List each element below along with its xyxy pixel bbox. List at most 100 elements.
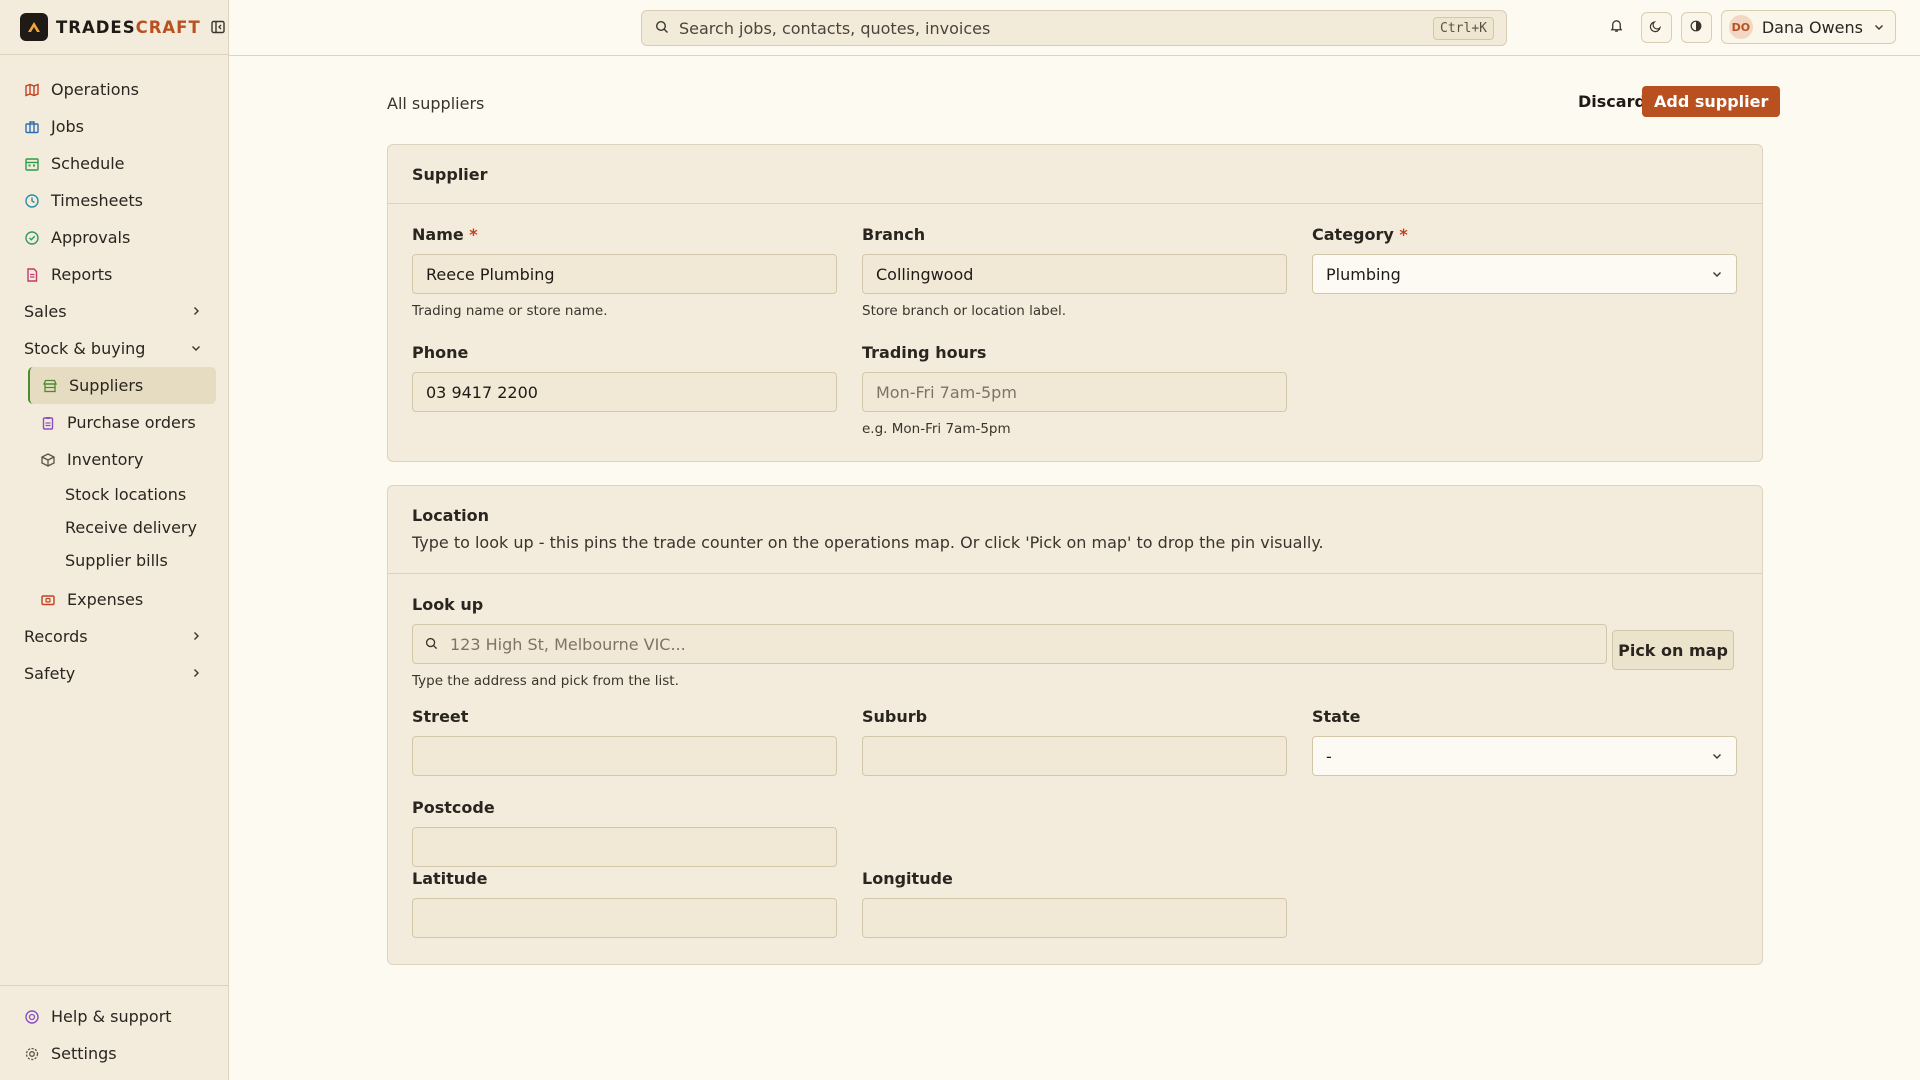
postcode-input[interactable]: [412, 827, 837, 867]
pick-on-map-button[interactable]: Pick on map: [1612, 630, 1734, 670]
address-lookup-input[interactable]: 123 High St, Melbourne VIC...: [412, 624, 1607, 664]
chevron-down-icon: [1711, 265, 1723, 284]
topbar-actions: DO Dana Owens: [1592, 10, 1896, 44]
sidebar-item-approvals[interactable]: Approvals: [0, 219, 228, 256]
sidebar-group-sales[interactable]: Sales: [0, 293, 228, 330]
longitude-input[interactable]: [862, 898, 1287, 938]
branch-input[interactable]: Collingwood: [862, 254, 1287, 294]
sidebar-group-records[interactable]: Records: [0, 618, 228, 655]
moon-icon: [1649, 18, 1663, 37]
sidebar-item-suppliers[interactable]: Suppliers: [28, 367, 216, 404]
avatar: DO: [1728, 15, 1753, 39]
chevron-down-icon: [190, 339, 202, 358]
category-select[interactable]: Plumbing: [1312, 254, 1737, 294]
field-label: Branch: [862, 225, 926, 244]
sidebar-item-settings[interactable]: Settings: [0, 1035, 228, 1072]
sidebar-item-purchase-orders[interactable]: Purchase orders: [28, 404, 216, 441]
theme-toggle-button[interactable]: [1640, 11, 1672, 43]
sidebar-group-label: Stock & buying: [24, 339, 146, 358]
required-mark: *: [469, 225, 478, 244]
phone-field-group: Phone 03 9417 2200: [412, 343, 837, 412]
state-select[interactable]: -: [1312, 736, 1737, 776]
field-label: State: [1312, 707, 1361, 726]
sidebar-item-label: Purchase orders: [67, 413, 196, 432]
sidebar-item-inventory[interactable]: Inventory: [28, 441, 216, 478]
card-description: Type to look up - this pins the trade co…: [412, 533, 1324, 552]
select-value: -: [1326, 746, 1332, 766]
sidebar-item-label: Operations: [51, 80, 139, 99]
field-hint: Type the address and pick from the list.: [412, 673, 679, 689]
field-label: Longitude: [862, 869, 953, 888]
sidebar-item-label: Help & support: [51, 1007, 172, 1026]
sidebar-item-reports[interactable]: Reports: [0, 256, 228, 293]
field-label: Phone: [412, 343, 469, 362]
phone-input[interactable]: 03 9417 2200: [412, 372, 837, 412]
sidebar-item-operations[interactable]: Operations: [0, 71, 228, 108]
sidebar-item-label: Expenses: [67, 590, 144, 609]
brand-name: TRADESCRAFT: [56, 17, 201, 37]
field-hint: e.g. Mon-Fri 7am-5pm: [862, 421, 1011, 437]
global-search-input[interactable]: Search jobs, contacts, quotes, invoices …: [641, 10, 1507, 46]
chevron-right-icon: [190, 302, 202, 321]
sidebar-group-stock-buying[interactable]: Stock & buying: [0, 330, 228, 367]
clock-icon: [24, 193, 40, 209]
field-hint: Trading name or store name.: [412, 303, 608, 319]
sidebar-item-receive-delivery[interactable]: Receive delivery: [0, 511, 228, 544]
search-icon: [425, 635, 438, 654]
chevron-down-icon: [1873, 18, 1885, 37]
sidebar-item-jobs[interactable]: Jobs: [0, 108, 228, 145]
trading-hours-field-group: Trading hours Mon-Fri 7am-5pm e.g. Mon-F…: [862, 343, 1287, 437]
notifications-button[interactable]: [1601, 12, 1632, 43]
field-label: Trading hours: [862, 343, 987, 362]
sidebar-item-supplier-bills[interactable]: Supplier bills: [0, 544, 228, 577]
suburb-field-group: Suburb: [862, 707, 1287, 776]
add-supplier-button[interactable]: Add supplier: [1642, 86, 1781, 117]
category-field-group: Category * Plumbing: [1312, 225, 1737, 294]
field-label: Look up: [412, 595, 484, 614]
sidebar-item-schedule[interactable]: Schedule: [0, 145, 228, 182]
lifebuoy-icon: [24, 1009, 40, 1025]
user-menu-button[interactable]: DO Dana Owens: [1720, 10, 1896, 44]
breadcrumb-all-suppliers[interactable]: All suppliers: [387, 94, 484, 113]
name-input[interactable]: Reece Plumbing: [412, 254, 837, 294]
sidebar-item-stock-locations[interactable]: Stock locations: [0, 478, 228, 511]
sidebar-group-safety[interactable]: Safety: [0, 655, 228, 692]
topbar: Search jobs, contacts, quotes, invoices …: [229, 0, 1920, 56]
sidebar-item-label: Receive delivery: [65, 518, 197, 537]
latitude-input[interactable]: [412, 898, 837, 938]
user-name: Dana Owens: [1761, 17, 1863, 37]
report-icon: [24, 267, 40, 283]
briefcase-icon: [24, 119, 40, 135]
name-field-group: Name * Reece Plumbing Trading name or st…: [412, 225, 837, 319]
sidebar-item-expenses[interactable]: Expenses: [28, 581, 216, 618]
brand-logo-icon[interactable]: [20, 13, 48, 41]
longitude-field-group: Longitude: [862, 869, 1287, 938]
required-mark: *: [1399, 225, 1408, 244]
street-field-group: Street: [412, 707, 837, 776]
sidebar-item-label: Suppliers: [69, 376, 144, 395]
sidebar-item-label: Settings: [51, 1044, 117, 1063]
sidebar-item-label: Reports: [51, 265, 113, 284]
calendar-icon: [24, 156, 40, 172]
sidebar-item-help-support[interactable]: Help & support: [0, 998, 228, 1035]
field-hint: Store branch or location label.: [862, 303, 1067, 319]
supplier-card-header: Supplier: [388, 145, 1762, 204]
sidebar-item-timesheets[interactable]: Timesheets: [0, 182, 228, 219]
suburb-input[interactable]: [862, 736, 1287, 776]
street-input[interactable]: [412, 736, 837, 776]
select-value: Plumbing: [1326, 264, 1401, 284]
field-label: Suburb: [862, 707, 928, 726]
sidebar-collapse-icon[interactable]: [210, 19, 226, 35]
sidebar: TRADESCRAFT Operations Jobs Schedule Tim…: [0, 0, 229, 1080]
lookup-field-group: Look up 123 High St, Melbourne VIC... Ty…: [412, 595, 1734, 689]
shortcut-badge: Ctrl+K: [1433, 17, 1494, 40]
sidebar-group-label: Sales: [24, 302, 67, 321]
sidebar-item-label: Schedule: [51, 154, 125, 173]
sidebar-item-label: Timesheets: [51, 191, 143, 210]
contrast-button[interactable]: [1680, 11, 1712, 43]
supplier-card: Supplier Name * Reece Plumbing Trading n…: [387, 144, 1763, 462]
trading-hours-input[interactable]: Mon-Fri 7am-5pm: [862, 372, 1287, 412]
sidebar-item-label: Inventory: [67, 450, 144, 469]
sidebar-group-label: Records: [24, 627, 88, 646]
branch-field-group: Branch Collingwood Store branch or locat…: [862, 225, 1287, 319]
